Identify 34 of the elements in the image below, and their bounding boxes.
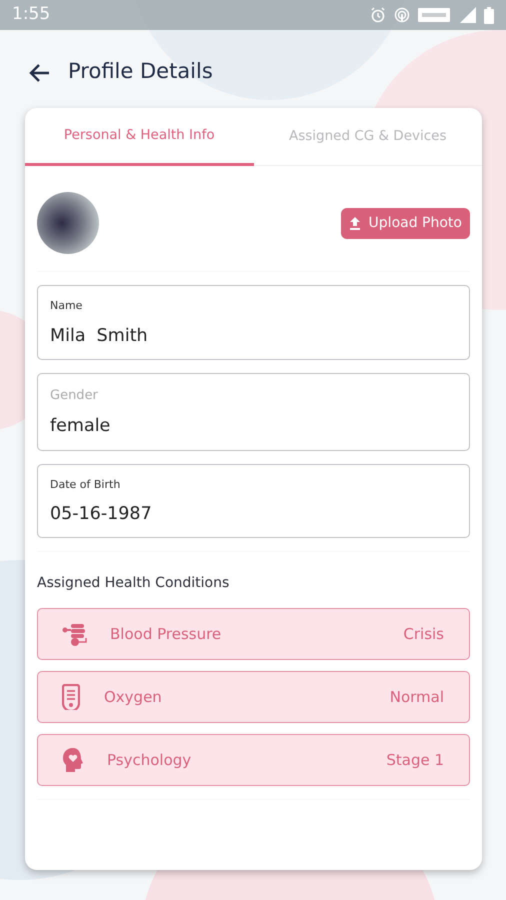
head-heart-icon (62, 747, 84, 774)
input-field[interactable]: Date of Birth 05-16-1987 (37, 464, 470, 538)
field-value: 05-16-1987 (50, 503, 153, 526)
condition-status: Stage 1 (386, 750, 444, 771)
upload-icon (348, 216, 361, 230)
field-label: Date of Birth (50, 476, 122, 492)
condition-name: Oxygen (104, 687, 163, 708)
tab[interactable]: Assigned CG & Devices (254, 108, 482, 166)
section-title: Assigned Health Conditions (37, 574, 230, 594)
condition-status: Crisis (403, 624, 444, 645)
tab[interactable]: Personal & Health Info (25, 108, 254, 166)
upload-button[interactable]: Upload Photo (340, 208, 470, 238)
battery-icon (484, 6, 494, 24)
status-time: 1:55 (12, 3, 50, 26)
alarm-icon (370, 7, 386, 23)
condition-row[interactable]: Blood Pressure Crisis (37, 608, 470, 660)
lte-icon (418, 8, 450, 22)
input-field[interactable]: Gender female (37, 372, 470, 450)
condition-row[interactable]: Oxygen Normal (37, 671, 470, 724)
oximeter-icon (62, 684, 80, 710)
hotspot-icon (394, 7, 410, 23)
page-title: Profile Details (68, 58, 213, 86)
condition-name: Psychology (107, 750, 192, 771)
condition-name: Blood Pressure (110, 624, 222, 645)
field-label: Gender (50, 386, 99, 405)
input-field[interactable]: Name Mila Smith (37, 285, 470, 360)
signal-icon (458, 7, 476, 23)
field-value: Mila Smith (50, 324, 149, 348)
field-value: female (50, 415, 112, 438)
condition-status: Normal (390, 687, 444, 708)
blood-pressure-icon (62, 621, 88, 648)
avatar (37, 192, 99, 254)
field-label: Name (50, 298, 84, 314)
condition-row[interactable]: Psychology Stage 1 (37, 734, 470, 786)
